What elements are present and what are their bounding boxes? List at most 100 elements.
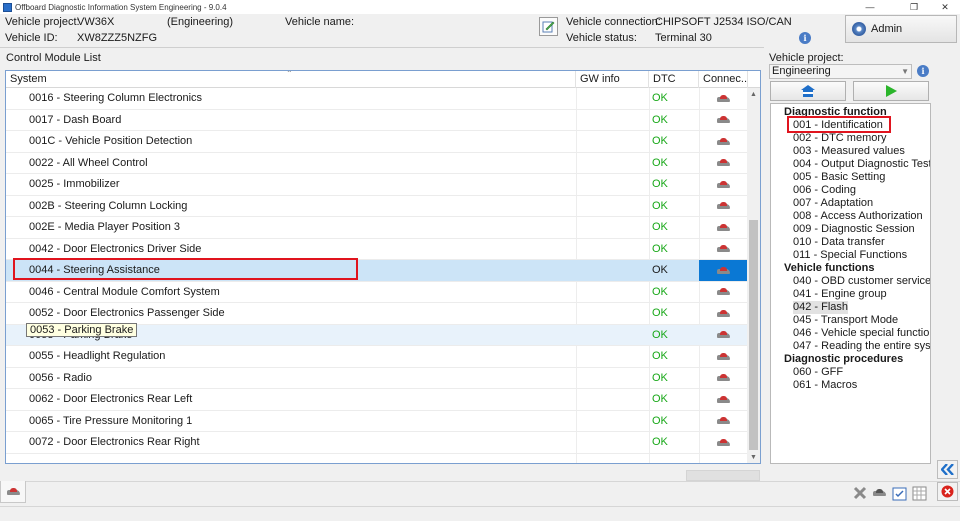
connection-car-icon bbox=[717, 395, 730, 404]
tree-item[interactable]: 046 - Vehicle special functions bbox=[793, 327, 930, 340]
row-connection-cell[interactable] bbox=[699, 411, 748, 432]
row-connection-cell[interactable] bbox=[699, 389, 748, 410]
table-row[interactable]: 0046 - Central Module Comfort System OK bbox=[6, 282, 748, 303]
row-connection-cell[interactable] bbox=[699, 153, 748, 174]
row-connection-cell[interactable] bbox=[699, 239, 748, 260]
row-system-name: 0055 - Headlight Regulation bbox=[29, 350, 166, 362]
row-system-name: 0025 - Immobilizer bbox=[29, 178, 120, 190]
cancel-icon[interactable] bbox=[852, 485, 868, 501]
connection-car-icon bbox=[717, 159, 730, 167]
connection-car-icon bbox=[717, 202, 730, 210]
table-header: System ⌃ GW info DTC Connec... bbox=[6, 71, 760, 88]
collapse-panel-button[interactable] bbox=[937, 460, 958, 479]
scroll-up-icon[interactable]: ▲ bbox=[747, 88, 760, 100]
close-button[interactable]: ✕ bbox=[930, 0, 960, 14]
admin-button[interactable]: Admin bbox=[845, 15, 957, 43]
function-tree: Diagnostic function 001 - Identification 0… bbox=[770, 103, 931, 464]
horizontal-scrollbar[interactable] bbox=[686, 470, 760, 481]
table-row[interactable]: 0065 - Tire Pressure Monitoring 1 OK bbox=[6, 411, 748, 432]
checklist-icon[interactable] bbox=[891, 485, 907, 501]
tree-item[interactable]: 008 - Access Authorization bbox=[793, 210, 923, 223]
tree-item[interactable]: 045 - Transport Mode bbox=[793, 314, 898, 327]
row-dtc-status: OK bbox=[652, 285, 668, 298]
row-dtc-status: OK bbox=[652, 264, 668, 276]
tree-item[interactable]: 004 - Output Diagnostic Test Mode bbox=[793, 158, 930, 171]
row-connection-cell[interactable] bbox=[699, 368, 748, 389]
row-system-name: 0065 - Tire Pressure Monitoring 1 bbox=[29, 414, 193, 427]
tree-item[interactable]: 047 - Reading the entire system bbox=[793, 340, 930, 353]
row-system-name: 002E - Media Player Position 3 bbox=[29, 221, 181, 233]
row-connection-cell[interactable] bbox=[699, 303, 748, 324]
vertical-scrollbar[interactable]: ▲ ▼ bbox=[747, 88, 760, 463]
start-button[interactable] bbox=[853, 81, 929, 101]
tree-item[interactable]: 041 - Engine group bbox=[793, 288, 887, 301]
row-connection-cell[interactable] bbox=[699, 432, 748, 453]
tree-item[interactable]: 061 - Macros bbox=[793, 379, 857, 392]
maximize-button[interactable]: ❐ bbox=[899, 0, 929, 14]
connection-car-icon bbox=[717, 288, 730, 296]
home-button[interactable] bbox=[770, 81, 846, 101]
row-connection-cell[interactable] bbox=[699, 282, 748, 303]
minimize-button[interactable]: — bbox=[855, 0, 885, 14]
info-icon[interactable]: i bbox=[799, 32, 811, 44]
scroll-down-icon[interactable]: ▼ bbox=[747, 451, 760, 463]
row-connection-cell[interactable] bbox=[699, 110, 748, 131]
engineering-label: (Engineering) bbox=[167, 16, 234, 28]
tree-item[interactable]: 006 - Coding bbox=[793, 184, 856, 197]
connection-car-icon bbox=[717, 266, 730, 275]
tree-group: Vehicle functions bbox=[784, 262, 875, 274]
vehicle-connection-label: Vehicle connection: bbox=[566, 16, 661, 28]
row-system-name: 0046 - Central Module Comfort System bbox=[29, 285, 220, 298]
row-tooltip: 0053 - Parking Brake bbox=[26, 323, 138, 337]
gear-icon bbox=[852, 22, 866, 36]
vehicle-connect-icon[interactable] bbox=[871, 485, 887, 501]
column-header-gw-info[interactable]: GW info bbox=[576, 71, 649, 88]
vehicle-tab[interactable] bbox=[0, 481, 26, 503]
column-header-connection[interactable]: Connec... bbox=[699, 71, 748, 88]
table-row[interactable]: 0062 - Door Electronics Rear Left OK bbox=[6, 389, 748, 411]
row-dtc-status: OK bbox=[652, 328, 668, 341]
table-row[interactable]: 0052 - Door Electronics Passenger Side OK bbox=[6, 303, 748, 325]
tree-item[interactable]: 060 - GFF bbox=[793, 366, 843, 379]
window-title: Offboard Diagnostic Information System E… bbox=[15, 2, 227, 12]
row-connection-cell[interactable] bbox=[699, 260, 748, 281]
row-connection-cell[interactable] bbox=[699, 196, 748, 217]
tree-item[interactable]: 010 - Data transfer bbox=[793, 236, 885, 249]
table-row[interactable]: 0072 - Door Electronics Rear Right OK bbox=[6, 432, 748, 454]
vehicle-project-value: VW36X bbox=[77, 16, 115, 28]
table-row[interactable]: 001C - Vehicle Position Detection OK bbox=[6, 131, 748, 153]
column-header-dtc[interactable]: DTC bbox=[649, 71, 699, 88]
tree-item[interactable]: 040 - OBD customer service bbox=[793, 275, 930, 288]
row-connection-cell[interactable] bbox=[699, 217, 748, 238]
table-row[interactable]: 002E - Media Player Position 3 OK bbox=[6, 217, 748, 239]
tree-item[interactable]: 009 - Diagnostic Session bbox=[793, 223, 915, 236]
tree-item[interactable]: 042 - Flash bbox=[793, 301, 849, 314]
table-row[interactable]: 002B - Steering Column Locking OK bbox=[6, 196, 748, 217]
row-connection-cell[interactable] bbox=[699, 325, 748, 346]
tree-item[interactable]: 005 - Basic Setting bbox=[793, 171, 885, 184]
row-connection-cell[interactable] bbox=[699, 88, 748, 109]
connection-car-icon bbox=[717, 417, 730, 425]
table-row[interactable]: 0016 - Steering Column Electronics OK bbox=[6, 88, 748, 110]
row-connection-cell[interactable] bbox=[699, 131, 748, 152]
table-row[interactable]: 0022 - All Wheel Control OK bbox=[6, 153, 748, 174]
table-row[interactable]: 0055 - Headlight Regulation OK bbox=[6, 346, 748, 368]
tree-item[interactable]: 011 - Special Functions bbox=[793, 249, 907, 262]
scroll-thumb[interactable] bbox=[749, 220, 758, 450]
tree-item[interactable]: 002 - DTC memory bbox=[793, 132, 887, 145]
table-row[interactable]: 0056 - Radio OK bbox=[6, 368, 748, 389]
vehicle-project-select[interactable]: Engineering ▼ bbox=[769, 64, 912, 79]
table-row[interactable]: 0017 - Dash Board OK bbox=[6, 110, 748, 131]
vehicle-status-value: Terminal 30 bbox=[655, 32, 712, 44]
project-info-icon[interactable]: i bbox=[917, 65, 929, 77]
edit-vehicle-button[interactable] bbox=[539, 17, 558, 36]
tree-item[interactable]: 003 - Measured values bbox=[793, 145, 905, 158]
exit-button[interactable] bbox=[937, 482, 958, 501]
row-connection-cell[interactable] bbox=[699, 346, 748, 367]
table-row[interactable]: 0042 - Door Electronics Driver Side OK bbox=[6, 239, 748, 260]
tree-item[interactable]: 007 - Adaptation bbox=[793, 197, 873, 210]
table-row[interactable]: 0025 - Immobilizer OK bbox=[6, 174, 748, 196]
row-connection-cell[interactable] bbox=[699, 174, 748, 195]
row-dtc-status: OK bbox=[652, 242, 668, 255]
grid-icon[interactable] bbox=[911, 485, 927, 501]
